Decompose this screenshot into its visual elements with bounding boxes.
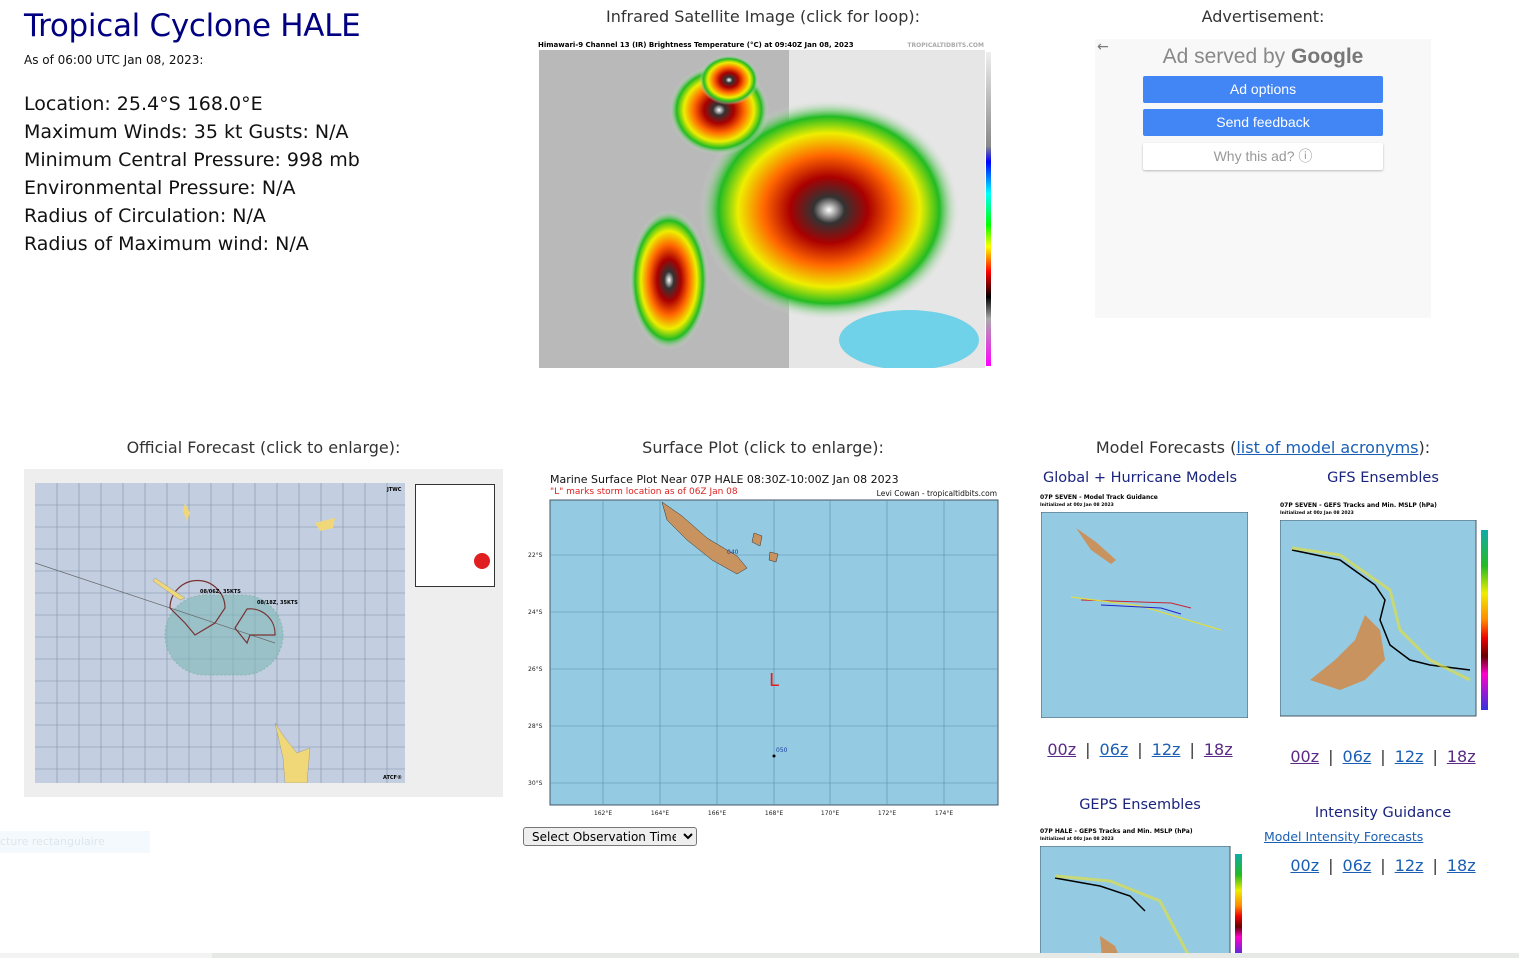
- image-subtitle: Initialized at 00z Jan 08 2023: [1040, 837, 1114, 842]
- gfs-ensembles-links: 00z | 06z | 12z | 18z: [1290, 747, 1476, 766]
- ad-heading: Advertisement:: [1201, 7, 1325, 26]
- geps-tracks-map: [1040, 846, 1242, 958]
- location: Location: 25.4°S 168.0°E: [24, 93, 263, 115]
- model-acronyms-link[interactable]: list of model acronyms: [1236, 438, 1418, 457]
- lat-tick: 22°S: [528, 552, 543, 559]
- satellite-credit: TROPICALTIDBITS.COM: [907, 42, 984, 49]
- forecast-label-1: 08/06Z, 35KTS: [200, 589, 241, 595]
- model-intensity-forecasts-link[interactable]: Model Intensity Forecasts: [1264, 829, 1423, 844]
- surface-plot-image[interactable]: Marine Surface Plot Near 07P HALE 08:30Z…: [522, 470, 1000, 822]
- satellite-image[interactable]: Himawari-9 Channel 13 (IR) Brightness Te…: [522, 40, 1000, 378]
- global-00z-link[interactable]: 00z: [1047, 740, 1076, 759]
- image-title: 07P HALE - GEPS Tracks and Min. MSLP (hP…: [1040, 828, 1193, 835]
- atcf-label: ATCF®: [383, 775, 402, 781]
- as-of-timestamp: As of 06:00 UTC Jan 08, 2023:: [24, 53, 204, 67]
- surface-title: Marine Surface Plot Near 07P HALE 08:30Z…: [550, 473, 899, 486]
- models-heading: Model Forecasts (list of model acronyms)…: [1095, 438, 1431, 457]
- obs-label-2: 050: [776, 747, 788, 754]
- intensity-guidance-title: Intensity Guidance: [1314, 805, 1452, 821]
- lon-tick: 172°E: [878, 810, 896, 817]
- gfs-ensembles-title: GFS Ensembles: [1327, 470, 1439, 486]
- lon-tick: 166°E: [708, 810, 726, 817]
- forecast-label-2: 08/18Z, 35KTS: [257, 600, 298, 606]
- gefs-00z-link[interactable]: 00z: [1290, 747, 1319, 766]
- forecast-map: 08/06Z, 35KTS 08/18Z, 35KTS JTWC ATCF®: [35, 483, 405, 783]
- geps-ensembles-title: GEPS Ensembles: [1079, 797, 1201, 813]
- horizontal-scrollbar[interactable]: [0, 953, 1519, 958]
- scrollbar-thumb[interactable]: [0, 953, 212, 958]
- ad-panel: ← Ad served by Google Ad options Send fe…: [1095, 39, 1431, 318]
- gefs-12z-link[interactable]: 12z: [1395, 747, 1424, 766]
- intensity-links: 00z | 06z | 12z | 18z: [1290, 856, 1476, 875]
- obs-label-1: 040: [727, 549, 739, 556]
- radius-max-wind: Radius of Maximum wind: N/A: [24, 233, 309, 255]
- global-models-image[interactable]: 07P SEVEN - Model Track Guidance Initial…: [1035, 492, 1250, 724]
- image-subtitle: Initialized at 00z Jan 08 2023: [1280, 511, 1354, 516]
- why-this-ad-button[interactable]: Why this ad? ⓘ: [1143, 143, 1383, 170]
- intensity-12z-link[interactable]: 12z: [1395, 856, 1424, 875]
- send-feedback-button[interactable]: Send feedback: [1143, 109, 1383, 136]
- max-winds: Maximum Winds: 35 kt Gusts: N/A: [24, 121, 349, 143]
- lat-tick: 26°S: [528, 666, 543, 673]
- surface-heading: Surface Plot (click to enlarge):: [642, 438, 884, 457]
- satellite-caption: Himawari-9 Channel 13 (IR) Brightness Te…: [538, 41, 854, 49]
- global-18z-link[interactable]: 18z: [1204, 740, 1233, 759]
- min-pressure: Minimum Central Pressure: 998 mb: [24, 149, 360, 171]
- gfs-ensembles-image[interactable]: 07P SEVEN - GEFS Tracks and Min. MSLP (h…: [1275, 500, 1505, 722]
- gefs-06z-link[interactable]: 06z: [1343, 747, 1372, 766]
- surface-note: "L" marks storm location as of 06Z Jan 0…: [550, 487, 738, 497]
- ad-served-by: Ad served by Google: [1162, 45, 1364, 68]
- intensity-06z-link[interactable]: 06z: [1343, 856, 1372, 875]
- gefs-18z-link[interactable]: 18z: [1447, 747, 1476, 766]
- global-models-links: 00z | 06z | 12z | 18z: [1047, 740, 1233, 759]
- lon-tick: 164°E: [651, 810, 669, 817]
- satellite-heading: Infrared Satellite Image (click for loop…: [606, 7, 920, 26]
- page-title: Tropical Cyclone HALE: [24, 8, 361, 44]
- image-title: 07P SEVEN - GEFS Tracks and Min. MSLP (h…: [1280, 502, 1437, 509]
- lon-axis: 162°E 164°E 166°E 168°E 170°E 172°E 174°…: [594, 810, 953, 817]
- global-12z-link[interactable]: 12z: [1152, 740, 1181, 759]
- global-models-title: Global + Hurricane Models: [1042, 470, 1238, 486]
- lon-tick: 170°E: [821, 810, 839, 817]
- surface-credit: Levi Cowan - tropicaltidbits.com: [876, 489, 997, 498]
- lon-tick: 162°E: [594, 810, 612, 817]
- lat-tick: 28°S: [528, 723, 543, 730]
- jtwc-label: JTWC: [386, 487, 402, 493]
- gefs-tracks-map: [1280, 520, 1488, 717]
- intensity-00z-link[interactable]: 00z: [1290, 856, 1319, 875]
- forecast-legend: [415, 484, 495, 587]
- official-forecast-image[interactable]: 08/06Z, 35KTS 08/18Z, 35KTS JTWC ATCF®: [24, 469, 503, 797]
- ir-satellite-map: [539, 50, 985, 368]
- official-heading: Official Forecast (click to enlarge):: [126, 438, 401, 457]
- global-06z-link[interactable]: 06z: [1100, 740, 1129, 759]
- radius-circulation: Radius of Circulation: N/A: [24, 205, 266, 227]
- ad-options-button[interactable]: Ad options: [1143, 76, 1383, 103]
- lat-tick: 30°S: [528, 780, 543, 787]
- intensity-18z-link[interactable]: 18z: [1447, 856, 1476, 875]
- surface-map: L 040 050 22°S 24°S 26°S 28°S 30°S 162°E…: [528, 499, 999, 817]
- image-title: 07P SEVEN - Model Track Guidance: [1040, 494, 1158, 501]
- ghost-text: cture rectangulaire: [0, 831, 150, 853]
- model-tracks-map: [1041, 512, 1248, 718]
- env-pressure: Environmental Pressure: N/A: [24, 177, 296, 199]
- lat-tick: 24°S: [528, 609, 543, 616]
- lon-tick: 168°E: [765, 810, 783, 817]
- observation-time-select[interactable]: Select Observation Time...: [523, 827, 697, 846]
- lon-tick: 174°E: [935, 810, 953, 817]
- jtwc-logo-icon: [474, 553, 490, 569]
- storm-location-marker: L: [769, 670, 779, 691]
- geps-ensembles-image[interactable]: 07P HALE - GEPS Tracks and Min. MSLP (hP…: [1035, 826, 1250, 958]
- google-logo: Google: [1291, 45, 1364, 68]
- color-scale: [986, 52, 991, 366]
- image-subtitle: Initialized at 00z Jan 08 2023: [1040, 503, 1114, 508]
- storm-info: Location: 25.4°S 168.0°E Maximum Winds: …: [24, 90, 360, 258]
